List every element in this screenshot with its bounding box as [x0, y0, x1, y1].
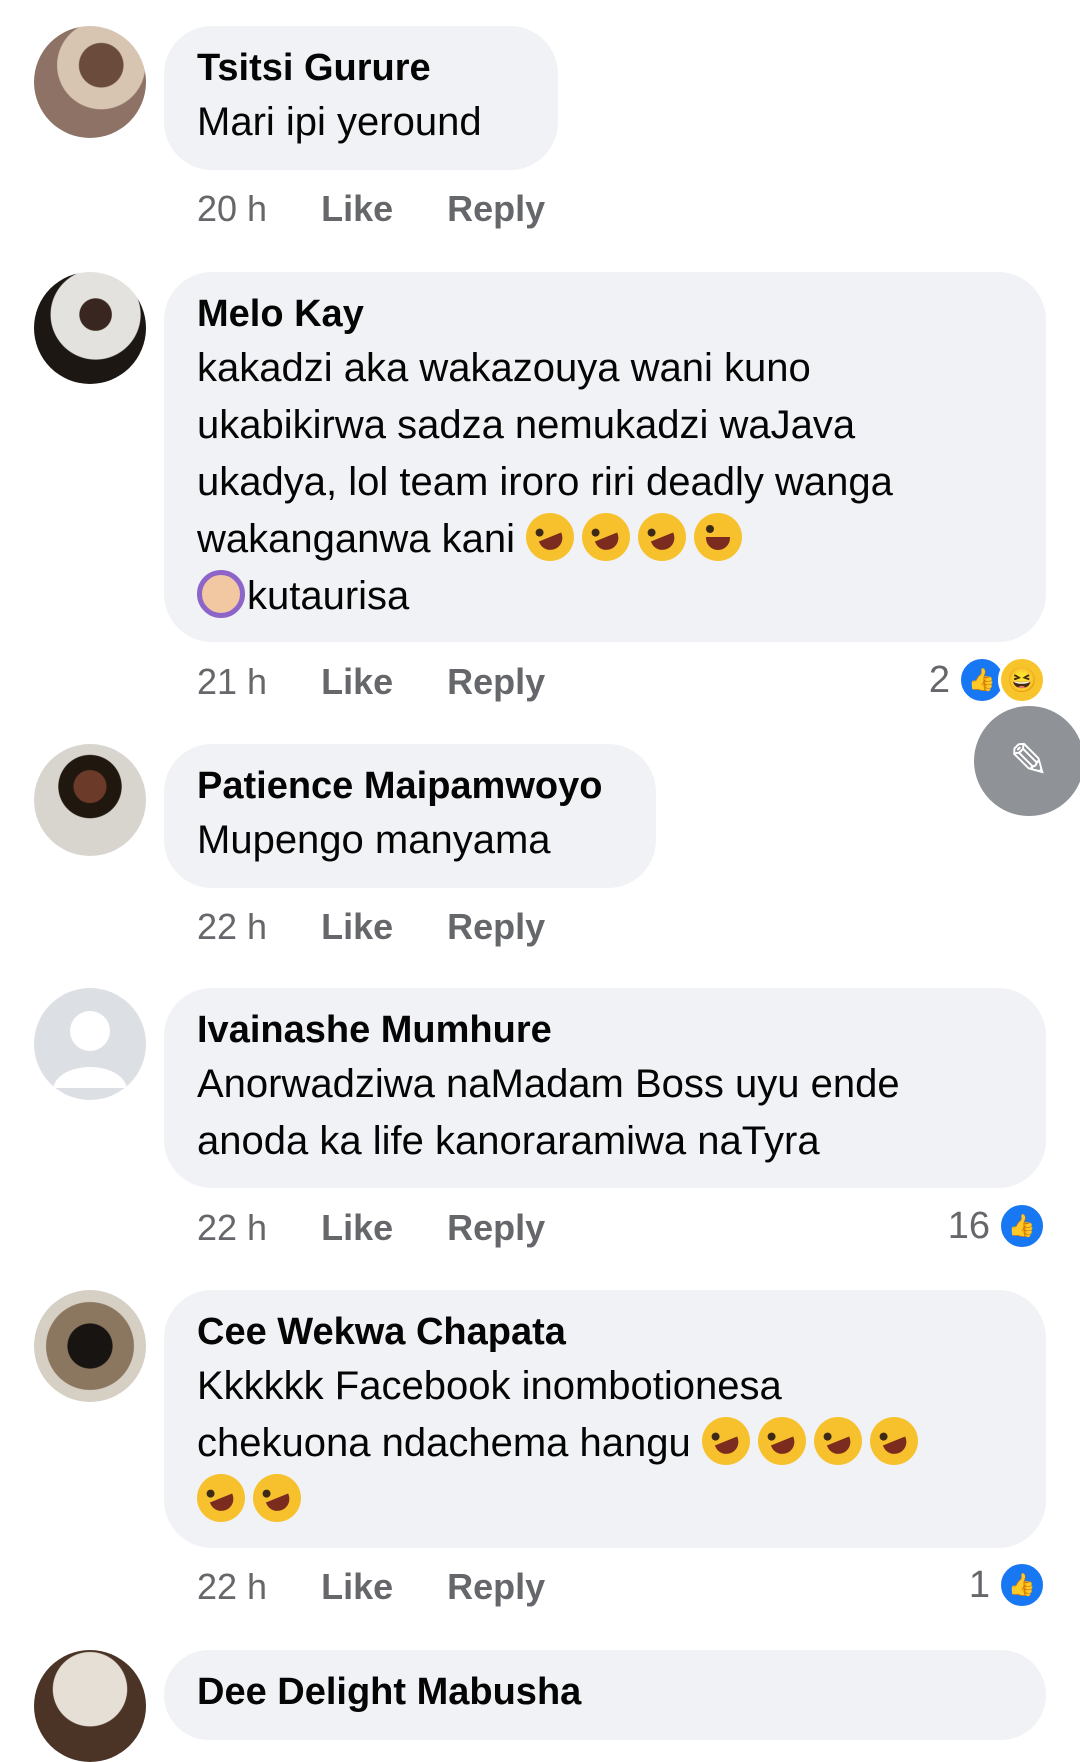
reply-button[interactable]: Reply [447, 906, 545, 948]
comment-text: kakadzi aka wakazouya wani kuno ukabikir… [197, 340, 1012, 625]
reaction-count: 1 [968, 1563, 990, 1606]
comment-text-line: kutaurisa [197, 568, 1012, 625]
comment-text-fragment: chekuona ndachema hangu [197, 1421, 691, 1465]
comment-author[interactable]: Ivainashe Mumhure [197, 1004, 1012, 1056]
rolling-laughing-emoji [750, 1409, 814, 1473]
rolling-laughing-emoji [862, 1409, 926, 1473]
comment-bubble: Dee Delight Mabusha [164, 1650, 1046, 1740]
comment-author[interactable]: Dee Delight Mabusha [197, 1666, 1012, 1718]
avatar[interactable] [34, 26, 146, 138]
pencil-icon: ✎ [1008, 735, 1050, 788]
reply-button[interactable]: Reply [447, 188, 545, 230]
reaction-count: 2 [928, 658, 950, 701]
comment-text-line: Kkkkkk Facebook inombotionesa [197, 1364, 782, 1408]
thumbs-up-icon: 👍 [998, 1202, 1046, 1250]
rolling-laughing-emoji [806, 1409, 870, 1473]
avatar[interactable] [34, 1650, 146, 1762]
reaction-summary[interactable]: 2 👍 😆 [929, 655, 1046, 705]
comment-bubble: Patience Maipamwoyo Mupengo manyama [164, 744, 656, 888]
comment-text-line [189, 1466, 1012, 1530]
comment-text-line: ukadya, lol team iroro riri deadly wanga [197, 460, 893, 504]
comment-text-line: Anorwadziwa naMadam Boss uyu ende [197, 1062, 900, 1106]
comment-actions: 21 h Like Reply [197, 661, 599, 711]
comment-author[interactable]: Cee Wekwa Chapata [197, 1306, 1012, 1358]
rolling-laughing-emoji [694, 1409, 758, 1473]
rolling-laughing-emoji [630, 505, 694, 569]
rolling-laughing-emoji [245, 1466, 309, 1530]
avatar[interactable] [34, 744, 146, 856]
comment-time[interactable]: 22 h [197, 1566, 267, 1608]
comment-actions: 22 h Like Reply [197, 1207, 599, 1257]
reply-button[interactable]: Reply [447, 1207, 545, 1249]
comment-time[interactable]: 22 h [197, 906, 267, 948]
default-avatar-icon[interactable] [34, 988, 146, 1100]
comment-text-line: chekuona ndachema hangu [197, 1409, 1012, 1473]
laughing-tears-emoji [694, 513, 743, 561]
like-button[interactable]: Like [321, 188, 393, 230]
comment-author[interactable]: Melo Kay [197, 288, 1012, 340]
comment-time[interactable]: 20 h [197, 188, 267, 230]
comment-text-line: anoda ka life kanoraramiwa naTyra [197, 1119, 820, 1163]
thumbs-up-icon: 👍 [998, 1561, 1046, 1609]
reply-button[interactable]: Reply [447, 1566, 545, 1608]
rolling-laughing-emoji [189, 1466, 253, 1530]
comment-text: Kkkkkk Facebook inombotionesa chekuona n… [189, 1358, 1012, 1530]
comment-text: Anorwadziwa naMadam Boss uyu ende anoda … [197, 1056, 1012, 1170]
comment-bubble: Ivainashe Mumhure Anorwadziwa naMadam Bo… [164, 988, 1046, 1188]
like-button[interactable]: Like [321, 906, 393, 948]
edit-button[interactable]: ✎ [974, 706, 1080, 816]
comment-author[interactable]: Patience Maipamwoyo [197, 760, 622, 812]
reaction-summary[interactable]: 1 👍 [969, 1560, 1046, 1610]
comment-text-line: kakadzi aka wakazouya wani kuno [197, 346, 811, 390]
comment-text-fragment: wakanganwa kani [197, 517, 515, 561]
comment-text: Mari ipi yeround [197, 100, 482, 144]
like-button[interactable]: Like [321, 661, 393, 703]
avatar[interactable] [34, 1290, 146, 1402]
comment-bubble: Melo Kay kakadzi aka wakazouya wani kuno… [164, 272, 1046, 642]
rolling-laughing-emoji [574, 505, 638, 569]
comment-bubble: Cee Wekwa Chapata Kkkkkk Facebook inombo… [164, 1290, 1046, 1548]
like-button[interactable]: Like [321, 1207, 393, 1249]
like-button[interactable]: Like [321, 1566, 393, 1608]
comment-text-fragment: kutaurisa [247, 574, 410, 618]
rolling-laughing-emoji [518, 505, 582, 569]
comment-bubble: Tsitsi Gurure Mari ipi yeround [164, 26, 558, 170]
comment-text-line: ukabikirwa sadza nemukadzi waJava [197, 403, 856, 447]
reaction-count: 16 [947, 1204, 990, 1247]
comment-actions: 22 h Like Reply [197, 906, 599, 956]
comment-text: Mupengo manyama [197, 818, 551, 862]
reaction-summary[interactable]: 16 👍 [948, 1201, 1046, 1251]
person-emoji [197, 570, 245, 618]
comment-time[interactable]: 21 h [197, 661, 267, 703]
laughing-face-icon: 😆 [998, 656, 1046, 704]
comment-author[interactable]: Tsitsi Gurure [197, 42, 524, 94]
avatar[interactable] [34, 272, 146, 384]
comment-actions: 22 h Like Reply [197, 1566, 599, 1616]
comment-text-line: wakanganwa kani [197, 505, 1012, 569]
comment-actions: 20 h Like Reply [197, 188, 599, 238]
comment-time[interactable]: 22 h [197, 1207, 267, 1249]
reply-button[interactable]: Reply [447, 661, 545, 703]
